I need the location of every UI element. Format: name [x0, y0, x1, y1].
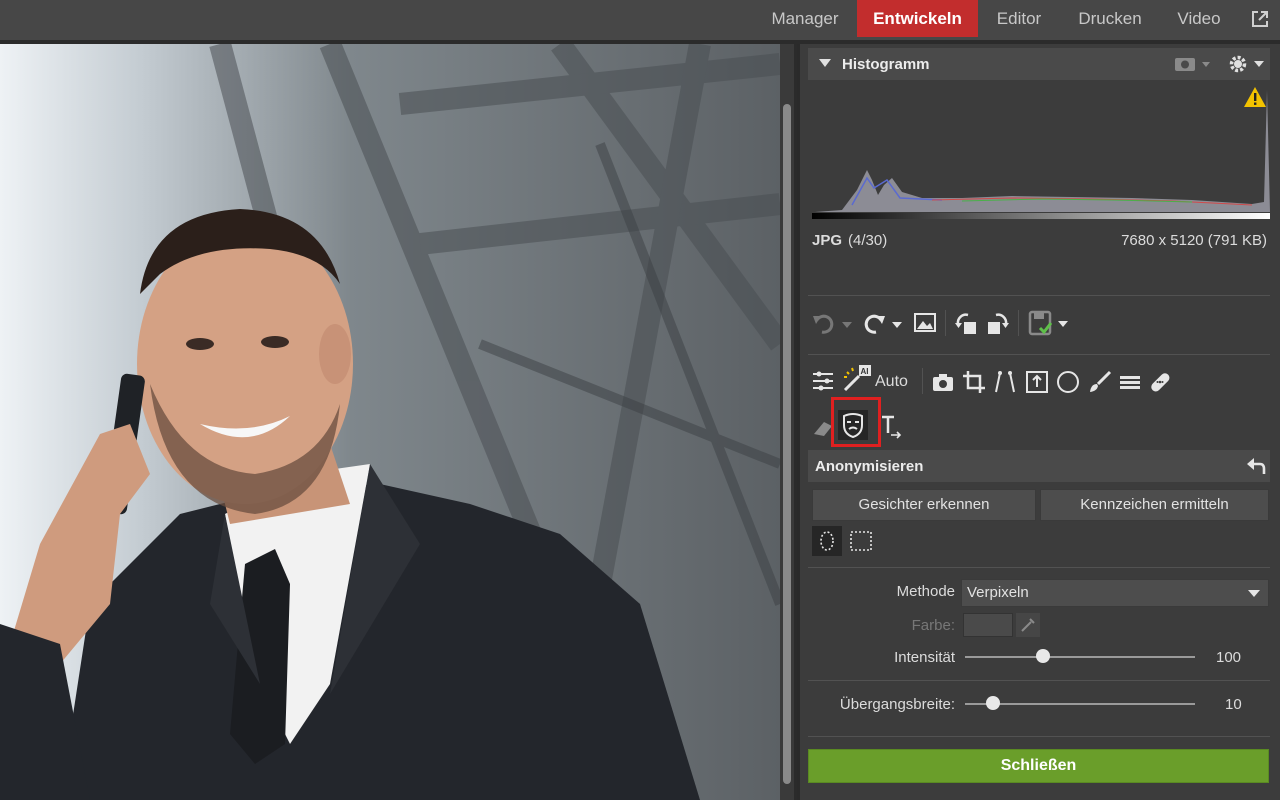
- photo-preview[interactable]: [0, 44, 780, 800]
- rotate-right-icon[interactable]: [984, 310, 1010, 336]
- top-navigation-bar: Manager Entwickeln Editor Drucken Video: [0, 0, 1280, 40]
- file-index: (4/30): [848, 232, 888, 249]
- develop-panel: Histogramm JPG (4/30) 7680 x 5120 (791 K…: [797, 44, 1280, 800]
- tab-manager[interactable]: Manager: [758, 0, 852, 37]
- file-format: JPG: [812, 232, 843, 249]
- divider: [808, 680, 1270, 681]
- method-value: Verpixeln: [967, 584, 1029, 601]
- auto-label[interactable]: Auto: [875, 373, 908, 391]
- perspective-icon[interactable]: [993, 370, 1017, 394]
- redo-icon[interactable]: [862, 312, 906, 336]
- color-swatch: [963, 613, 1013, 637]
- scrollbar-thumb[interactable]: [783, 104, 791, 784]
- divider: [808, 736, 1270, 737]
- divider: [808, 295, 1270, 296]
- transition-slider-knob[interactable]: [986, 696, 1000, 710]
- photo-scrollbar[interactable]: [780, 44, 794, 800]
- camera-icon[interactable]: [932, 372, 954, 392]
- adjustments-icon[interactable]: [812, 370, 834, 392]
- eyedropper-icon: [1016, 613, 1040, 637]
- brush-icon[interactable]: [1088, 370, 1112, 394]
- gradient-filter-icon[interactable]: [1118, 370, 1142, 394]
- tab-video[interactable]: Video: [1164, 0, 1234, 37]
- crop-icon[interactable]: [962, 370, 986, 394]
- warning-icon[interactable]: [1243, 86, 1267, 108]
- method-label: Methode: [896, 583, 955, 600]
- anonymize-title: Anonymisieren: [815, 458, 924, 475]
- detect-plates-button[interactable]: Kennzeichen ermitteln: [1040, 489, 1269, 521]
- method-dropdown[interactable]: Verpixeln: [961, 579, 1269, 607]
- tab-editor[interactable]: Editor: [982, 0, 1056, 37]
- divider: [808, 567, 1270, 568]
- color-label: Farbe:: [911, 617, 955, 634]
- divider: [808, 354, 1270, 355]
- portrait-photo: [0, 44, 780, 800]
- histogram-title: Histogramm: [842, 56, 930, 73]
- rotate-left-icon[interactable]: [954, 310, 980, 336]
- ellipse-selection-icon[interactable]: [812, 526, 842, 556]
- display-mode-icon[interactable]: [1174, 55, 1214, 73]
- close-button[interactable]: Schließen: [808, 749, 1269, 783]
- transition-width-value[interactable]: 10: [1225, 696, 1242, 713]
- save-icon[interactable]: [1028, 310, 1072, 338]
- anonymize-icon[interactable]: [838, 410, 868, 440]
- image-dimensions: 7680 x 5120 (791 KB): [1121, 232, 1267, 249]
- intensity-slider-track[interactable]: [965, 656, 1195, 658]
- ai-magic-wand-icon[interactable]: AI: [842, 364, 872, 392]
- intensity-label: Intensität: [894, 649, 955, 666]
- healing-bandage-icon[interactable]: [1148, 370, 1172, 394]
- divider: [922, 368, 923, 394]
- radial-filter-icon[interactable]: [1056, 370, 1080, 394]
- tab-entwickeln[interactable]: Entwickeln: [857, 0, 978, 37]
- image-icon[interactable]: [914, 312, 936, 334]
- svg-text:AI: AI: [861, 367, 869, 376]
- settings-gear-icon[interactable]: [1228, 53, 1268, 75]
- anonymize-header: Anonymisieren: [808, 450, 1270, 482]
- undo-icon[interactable]: [812, 312, 856, 336]
- collapse-arrow-icon[interactable]: [819, 59, 831, 69]
- chevron-down-icon: [1248, 590, 1260, 597]
- histogram-chart: [812, 80, 1270, 222]
- exposure-icon[interactable]: [1025, 370, 1049, 394]
- transition-width-label: Übergangsbreite:: [839, 696, 955, 713]
- text-tool-icon[interactable]: [880, 414, 902, 440]
- rectangle-selection-icon[interactable]: [846, 526, 876, 556]
- tab-drucken[interactable]: Drucken: [1066, 0, 1154, 37]
- external-window-icon[interactable]: [1250, 9, 1270, 29]
- reset-icon[interactable]: [1246, 456, 1266, 476]
- divider: [945, 310, 946, 336]
- divider: [1018, 310, 1019, 336]
- histogram-header[interactable]: Histogramm: [808, 48, 1270, 80]
- detect-faces-button[interactable]: Gesichter erkennen: [812, 489, 1036, 521]
- intensity-value[interactable]: 100: [1216, 649, 1241, 666]
- intensity-slider-knob[interactable]: [1036, 649, 1050, 663]
